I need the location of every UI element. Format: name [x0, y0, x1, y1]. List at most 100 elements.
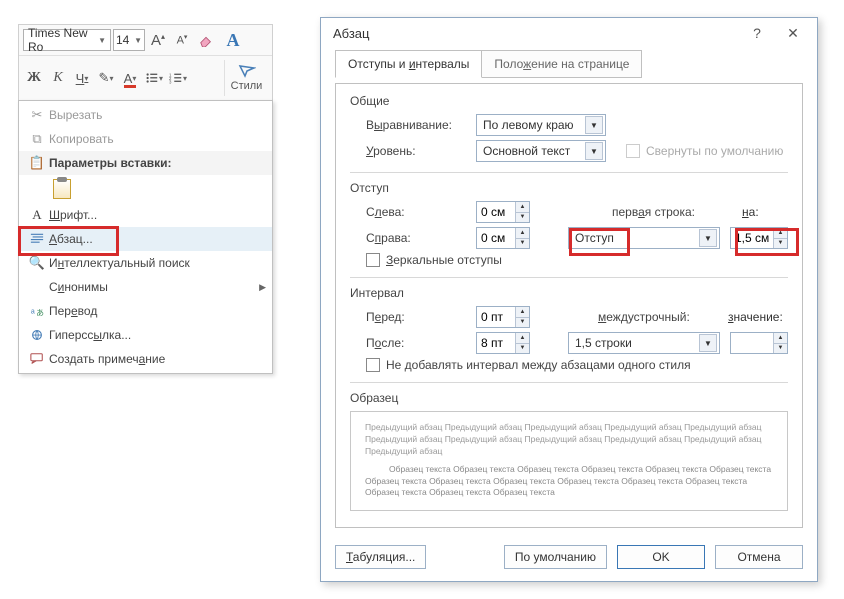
dialog-title: Абзац	[333, 26, 739, 41]
bold-button[interactable]: Ж	[23, 67, 45, 89]
left-label: Слева:	[366, 205, 466, 219]
right-label: Справа:	[366, 231, 466, 245]
by-label: на:	[742, 205, 788, 219]
left-value[interactable]	[477, 202, 515, 222]
menu-hyperlink[interactable]: Гиперссылка...	[19, 323, 272, 347]
tabs-button[interactable]: Табуляция...	[335, 545, 426, 569]
after-label: После:	[366, 336, 466, 350]
default-button[interactable]: По умолчанию	[504, 545, 607, 569]
menu-smart-search[interactable]: 🔍 Интеллектуальный поиск	[19, 251, 272, 275]
chevron-right-icon: ▶	[259, 282, 266, 293]
ok-button[interactable]: OK	[617, 545, 705, 569]
preview-prev-text: Предыдущий абзац Предыдущий абзац Предыд…	[365, 422, 762, 456]
line-combo[interactable]: 1,5 строки ▼	[568, 332, 720, 354]
bullets-button[interactable]: ▾	[143, 67, 165, 89]
left-spin[interactable]: ▲▼	[476, 201, 530, 223]
clear-format-button[interactable]	[195, 29, 217, 51]
eraser-icon	[199, 33, 213, 47]
numbering-icon: 123	[169, 71, 183, 85]
first-line-combo[interactable]: Отступ ▼	[568, 227, 720, 249]
spin-down-icon[interactable]: ▼	[773, 344, 787, 354]
before-value[interactable]	[477, 307, 515, 327]
font-size-combo[interactable]: 14 ▼	[113, 29, 145, 51]
chevron-down-icon: ▼	[585, 116, 603, 134]
numbering-button[interactable]: 123▾	[167, 67, 189, 89]
link-icon	[25, 328, 49, 342]
chevron-down-icon: ▼	[699, 334, 717, 352]
dialog-footer: Табуляция... По умолчанию OK Отмена	[321, 537, 817, 581]
menu-comment[interactable]: Создать примечание	[19, 347, 272, 371]
menu-font[interactable]: A Шрифт...	[19, 203, 272, 227]
font-size-value: 14	[116, 33, 129, 47]
spin-down-icon[interactable]: ▼	[515, 213, 529, 223]
tab-page-position[interactable]: Положение на странице	[482, 50, 642, 78]
context-menu: ✂ Вырезать ⧉ Копировать 📋 Параметры вста…	[18, 100, 273, 374]
spin-up-icon[interactable]: ▲	[515, 333, 529, 344]
tab-pane: Общие Выравнивание: По левому краю ▼ Уро…	[335, 83, 803, 528]
level-label: Уровень:	[366, 144, 466, 158]
align-label: Выравнивание:	[366, 118, 466, 132]
spin-down-icon[interactable]: ▼	[515, 318, 529, 328]
menu-paragraph[interactable]: Абзац...	[19, 227, 272, 251]
tab-strip: Отступы и интервалы Положение на страниц…	[335, 50, 803, 78]
group-preview: Образец	[350, 391, 788, 405]
comment-icon	[25, 352, 49, 366]
line-label: междустрочный:	[598, 310, 718, 324]
chevron-down-icon: ▼	[585, 142, 603, 160]
menu-synonyms[interactable]: Синонимы ▶	[19, 275, 272, 299]
spin-down-icon[interactable]: ▼	[515, 239, 529, 249]
spin-down-icon[interactable]: ▼	[515, 344, 529, 354]
at-spin[interactable]: ▲▼	[730, 332, 788, 354]
spin-up-icon[interactable]: ▲	[773, 333, 787, 344]
grow-font-button[interactable]: A▴	[147, 29, 169, 51]
menu-copy: ⧉ Копировать	[19, 127, 272, 151]
chevron-down-icon: ▼	[98, 36, 106, 45]
after-spin[interactable]: ▲▼	[476, 332, 530, 354]
paste-keep-source-icon	[53, 179, 71, 199]
styles-label: Стили	[231, 80, 263, 92]
translate-icon: aあ	[25, 304, 49, 318]
align-combo[interactable]: По левому краю ▼	[476, 114, 606, 136]
spin-up-icon[interactable]: ▲	[773, 228, 787, 239]
group-spacing: Интервал	[350, 286, 788, 300]
line-value: 1,5 строки	[575, 336, 632, 350]
chevron-down-icon: ▼	[134, 36, 142, 45]
at-value[interactable]	[731, 333, 773, 353]
after-value[interactable]	[477, 333, 515, 353]
preview-box: Предыдущий абзац Предыдущий абзац Предыд…	[350, 411, 788, 511]
spin-up-icon[interactable]: ▲	[515, 307, 529, 318]
italic-button[interactable]: К	[47, 67, 69, 89]
right-value[interactable]	[477, 228, 515, 248]
font-color-button[interactable]: A▾	[119, 67, 141, 89]
cancel-button[interactable]: Отмена	[715, 545, 803, 569]
close-button[interactable]: ✕	[775, 20, 811, 46]
style-a-icon: A	[227, 30, 240, 51]
styles-gallery-button[interactable]: A	[219, 29, 247, 51]
spin-up-icon[interactable]: ▲	[515, 228, 529, 239]
group-general: Общие	[350, 94, 788, 108]
svg-text:3: 3	[169, 79, 172, 84]
spin-down-icon[interactable]: ▼	[773, 239, 787, 249]
before-spin[interactable]: ▲▼	[476, 306, 530, 328]
spin-up-icon[interactable]: ▲	[515, 202, 529, 213]
titlebar: Абзац ? ✕	[321, 18, 817, 48]
by-spin[interactable]: ▲▼	[730, 227, 788, 249]
paragraph-icon	[25, 232, 49, 246]
align-value: По левому краю	[483, 118, 574, 132]
highlight-button[interactable]: ✎▾	[95, 67, 117, 89]
shrink-font-button[interactable]: A▾	[171, 29, 193, 51]
styles-button[interactable]: Стили	[224, 60, 268, 96]
bullets-icon	[145, 71, 159, 85]
menu-translate[interactable]: aあ Перевод	[19, 299, 272, 323]
paragraph-dialog: Абзац ? ✕ Отступы и интервалы Положение …	[320, 17, 818, 582]
menu-paste-option[interactable]	[19, 175, 272, 203]
no-space-checkbox[interactable]: Не добавлять интервал между абзацами одн…	[366, 358, 788, 372]
right-spin[interactable]: ▲▼	[476, 227, 530, 249]
mirror-checkbox[interactable]: Зеркальные отступы	[366, 253, 788, 267]
tab-indents[interactable]: Отступы и интервалы	[335, 50, 482, 78]
underline-button[interactable]: Ч ▾	[71, 67, 93, 89]
by-value[interactable]	[731, 228, 773, 248]
help-button[interactable]: ?	[739, 20, 775, 46]
level-combo[interactable]: Основной текст ▼	[476, 140, 606, 162]
font-name-combo[interactable]: Times New Ro ▼	[23, 29, 111, 51]
